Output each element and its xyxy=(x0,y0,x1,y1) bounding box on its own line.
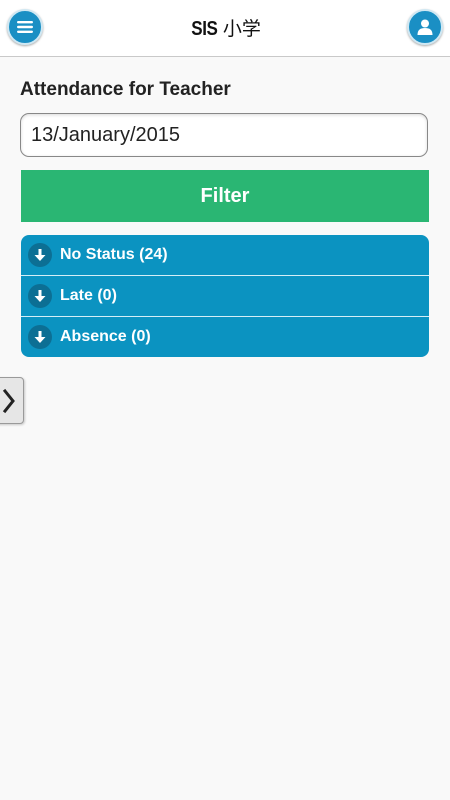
status-item-label: Absence (0) xyxy=(60,328,151,345)
user-profile-button[interactable] xyxy=(407,9,443,45)
arrow-down-icon xyxy=(28,243,52,267)
chevron-right-icon xyxy=(2,388,15,413)
filter-button[interactable]: Filter xyxy=(21,170,429,222)
attendance-status-list: No Status (24) Late (0) Absence (0) xyxy=(21,235,429,357)
side-panel-toggle[interactable] xyxy=(0,377,24,424)
arrow-down-icon xyxy=(28,325,52,349)
user-profile-icon xyxy=(417,19,433,35)
status-item-label: No Status (24) xyxy=(60,246,168,263)
app-title: SIS 小学 xyxy=(0,14,450,41)
status-item-no-status[interactable]: No Status (24) xyxy=(21,235,429,276)
app-header: SIS 小学 xyxy=(0,0,450,57)
page-title: Attendance for Teacher xyxy=(20,79,231,100)
arrow-down-icon xyxy=(28,284,52,308)
brand-subtitle: 小学 xyxy=(222,18,261,40)
status-item-label: Late (0) xyxy=(60,287,117,304)
status-item-late[interactable]: Late (0) xyxy=(21,276,429,317)
status-item-absence[interactable]: Absence (0) xyxy=(21,317,429,357)
brand-name: SIS xyxy=(191,18,218,40)
date-field[interactable] xyxy=(20,113,428,157)
